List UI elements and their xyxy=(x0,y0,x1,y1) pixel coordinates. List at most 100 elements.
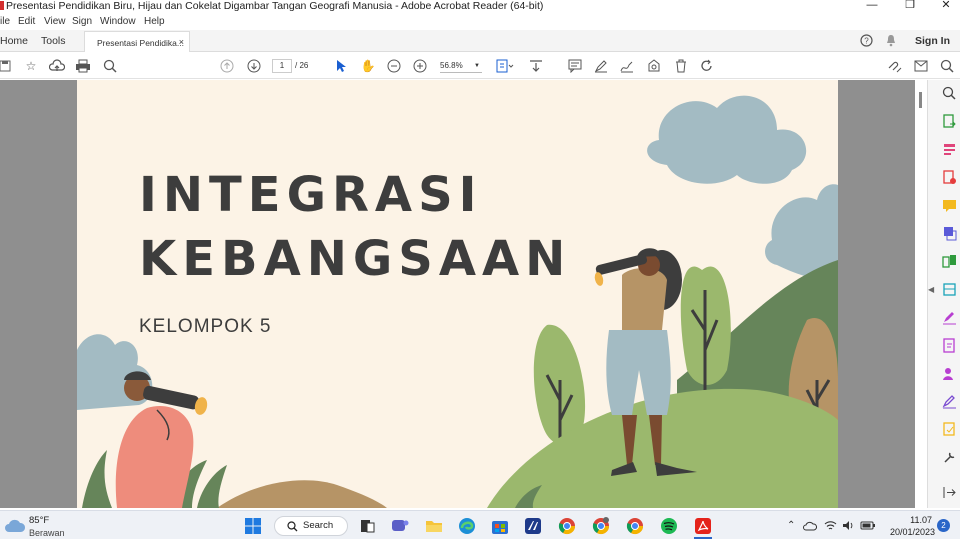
expand-panel-icon[interactable] xyxy=(942,485,957,500)
close-window-button[interactable]: ✕ xyxy=(931,0,960,12)
acrobat-reader-icon[interactable] xyxy=(694,517,712,535)
print-icon[interactable] xyxy=(74,57,92,75)
wifi-icon[interactable] xyxy=(824,520,837,531)
minimize-button[interactable]: — xyxy=(857,0,887,12)
request-signature-icon[interactable] xyxy=(942,366,957,381)
zoom-level-value: 56.8% xyxy=(440,61,463,70)
menu-help[interactable]: Help xyxy=(144,16,165,27)
cloud-top xyxy=(647,95,807,184)
protect-icon[interactable] xyxy=(942,338,957,353)
document-viewer[interactable]: INTEGRASI KEBANGSAAN KELOMPOK 5 xyxy=(0,80,915,508)
tab-document-label: Presentasi Pendidika... xyxy=(97,38,184,48)
vertical-scrollbar[interactable] xyxy=(915,80,927,508)
taskbar: 85°F Berawan Search ⌃ 11.07 20/01/2023 2 xyxy=(0,510,960,539)
sign-in-button[interactable]: Sign In xyxy=(915,35,950,47)
menu-window[interactable]: Window xyxy=(100,16,136,27)
help-icon[interactable]: ? xyxy=(860,34,873,47)
chrome-profile-icon[interactable] xyxy=(592,517,610,535)
task-view-icon[interactable] xyxy=(358,517,376,535)
zoom-in-icon[interactable] xyxy=(411,57,429,75)
weather-cloud-icon[interactable] xyxy=(4,518,26,534)
microsoft-store-icon[interactable] xyxy=(491,517,509,535)
upload-cloud-icon[interactable] xyxy=(48,57,66,75)
stamp-icon[interactable] xyxy=(645,57,663,75)
menu-edit[interactable]: Edit xyxy=(18,16,35,27)
bookmark-star-icon[interactable]: ☆ xyxy=(22,57,40,75)
rotate-icon[interactable] xyxy=(698,57,716,75)
scrollbar-thumb[interactable] xyxy=(919,92,922,108)
delete-trash-icon[interactable] xyxy=(672,57,690,75)
windows-start-icon[interactable] xyxy=(244,517,262,535)
scan-ocr-icon[interactable] xyxy=(942,282,957,297)
teams-chat-icon[interactable] xyxy=(391,517,409,535)
comment-icon[interactable] xyxy=(566,57,584,75)
chevron-down-icon: ▼ xyxy=(474,63,480,69)
tab-home[interactable]: Home xyxy=(0,35,28,47)
bell-icon[interactable] xyxy=(885,34,897,47)
visual-studio-icon[interactable] xyxy=(524,517,542,535)
next-page-icon[interactable] xyxy=(245,57,263,75)
chrome-profile-2-icon[interactable] xyxy=(626,517,644,535)
spotify-icon[interactable] xyxy=(660,517,678,535)
taskbar-search-label: Search xyxy=(303,520,334,531)
page-fit-icon[interactable] xyxy=(496,57,514,75)
menu-view[interactable]: View xyxy=(44,16,66,27)
organize-pages-icon[interactable] xyxy=(942,254,957,269)
weather-description[interactable]: Berawan xyxy=(29,528,65,538)
sign-pen-icon[interactable] xyxy=(942,394,957,409)
highlight-pen-icon[interactable] xyxy=(592,57,610,75)
tray-chevron-up-icon[interactable]: ⌃ xyxy=(787,520,795,531)
tab-tools[interactable]: Tools xyxy=(41,35,66,47)
menu-file[interactable]: ile xyxy=(0,16,10,27)
send-review-icon[interactable] xyxy=(942,422,957,437)
save-icon[interactable] xyxy=(0,57,14,75)
system-clock[interactable]: 11.07 20/01/2023 xyxy=(890,515,936,537)
zoom-magnify-icon[interactable] xyxy=(942,86,957,101)
window-title: Presentasi Pendidikan Biru, Hijau dan Co… xyxy=(0,0,543,12)
previous-page-icon[interactable] xyxy=(218,57,236,75)
edit-pdf-icon[interactable] xyxy=(942,142,957,157)
share-link-icon[interactable] xyxy=(886,57,904,75)
slide-title-line2: KEBANGSAAN xyxy=(139,231,572,287)
combine-files-icon[interactable] xyxy=(942,226,957,241)
scroll-mode-icon[interactable] xyxy=(527,57,545,75)
clock-time: 11.07 xyxy=(910,515,932,525)
fill-sign-icon[interactable] xyxy=(942,310,957,325)
zoom-level-select[interactable]: 56.8% ▼ xyxy=(440,59,482,73)
svg-text:?: ? xyxy=(864,37,869,46)
volume-icon[interactable] xyxy=(842,520,855,531)
search-icon xyxy=(287,521,298,532)
restore-button[interactable]: ❐ xyxy=(895,0,925,12)
onedrive-cloud-icon[interactable] xyxy=(803,520,817,531)
select-cursor-icon[interactable] xyxy=(332,57,350,75)
slide-title: INTEGRASI KEBANGSAAN xyxy=(139,163,571,291)
tab-bar: Home Tools Presentasi Pendidika... × ? S… xyxy=(0,30,960,53)
collapse-panel-icon[interactable]: ◀ xyxy=(928,285,934,294)
export-pdf-icon[interactable] xyxy=(942,114,957,129)
clock-date: 20/01/2023 xyxy=(890,527,936,537)
comment-tool-icon[interactable] xyxy=(942,198,957,213)
acrobat-icon xyxy=(0,1,4,10)
zoom-out-icon[interactable] xyxy=(385,57,403,75)
edge-browser-icon[interactable] xyxy=(458,517,476,535)
battery-icon[interactable] xyxy=(860,520,876,531)
more-tools-icon[interactable] xyxy=(942,450,957,465)
hand-tool-icon[interactable]: ✋ xyxy=(359,57,377,75)
file-explorer-icon[interactable] xyxy=(425,517,443,535)
zoom-search-icon[interactable] xyxy=(101,57,119,75)
menu-bar: ile Edit View Sign Window Help xyxy=(0,14,960,30)
create-pdf-icon[interactable] xyxy=(942,170,957,185)
taskbar-search[interactable]: Search xyxy=(274,516,348,536)
title-bar: Presentasi Pendidikan Biru, Hijau dan Co… xyxy=(0,0,960,13)
page-total: / 26 xyxy=(295,61,309,70)
menu-sign[interactable]: Sign xyxy=(72,16,92,27)
notification-badge[interactable]: 2 xyxy=(937,519,950,532)
close-tab-icon[interactable]: × xyxy=(179,37,184,47)
email-icon[interactable] xyxy=(912,57,930,75)
search-icon[interactable] xyxy=(938,57,956,75)
weather-temperature[interactable]: 85°F xyxy=(29,515,49,526)
draw-signature-icon[interactable] xyxy=(618,57,636,75)
page-number-input[interactable]: 1 xyxy=(272,59,292,73)
chrome-icon[interactable] xyxy=(558,517,576,535)
tab-document[interactable]: Presentasi Pendidika... × xyxy=(84,31,190,53)
